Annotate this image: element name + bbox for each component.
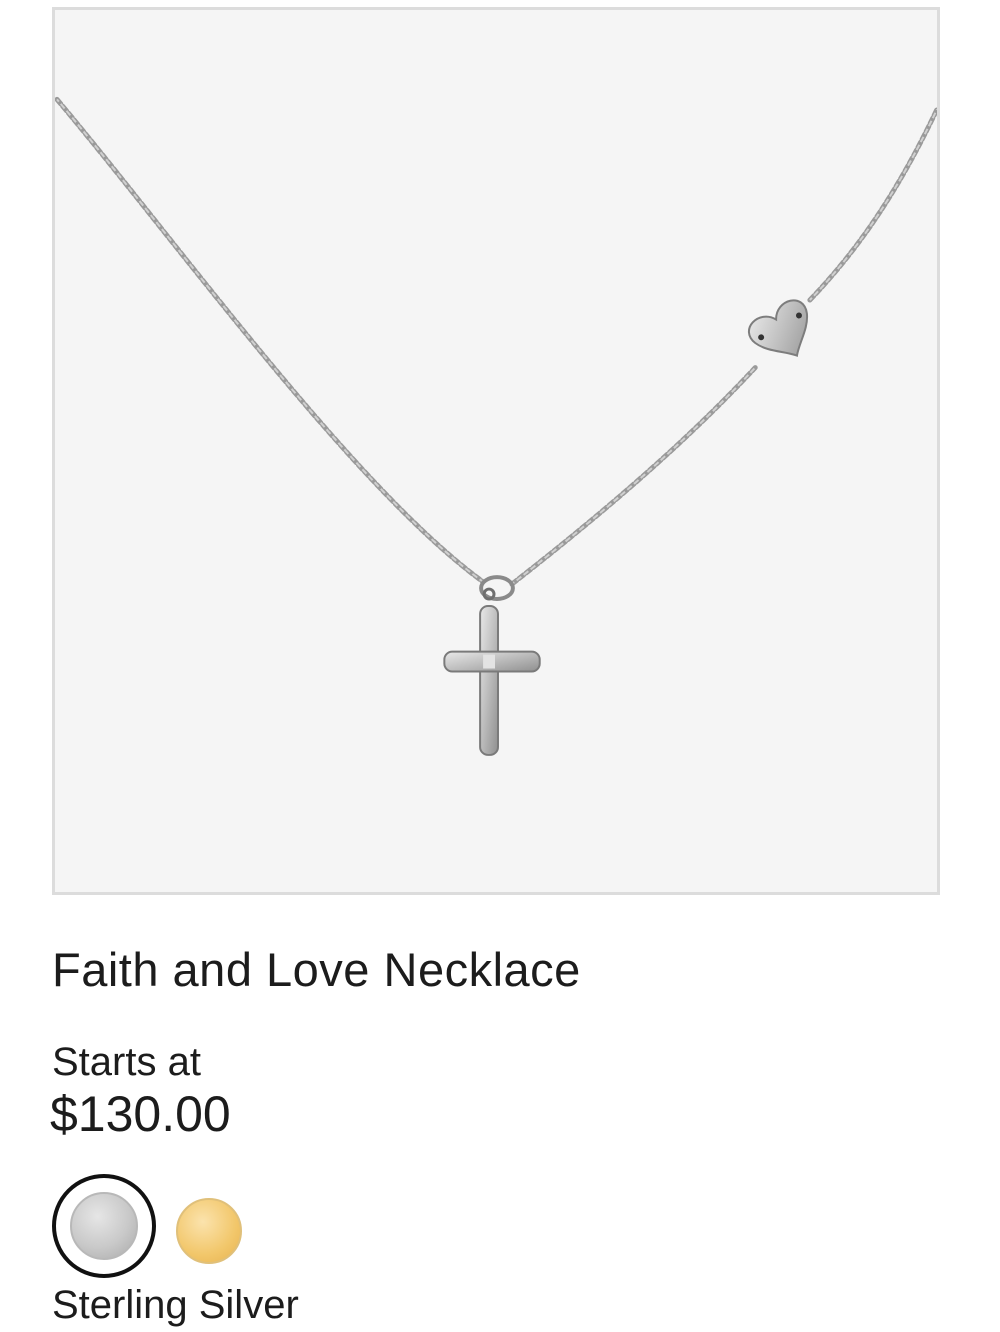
- product-image[interactable]: [52, 7, 940, 895]
- chain-right-upper: [807, 106, 937, 303]
- product-price: $130.00: [50, 1086, 231, 1142]
- chain-right-lower: [509, 365, 758, 587]
- product-card: Faith and Love Necklace Starts at $130.0…: [0, 0, 1000, 1332]
- necklace-illustration: [55, 96, 937, 756]
- cross-pendant: [443, 604, 541, 756]
- heart-charm: [748, 299, 809, 358]
- selected-material-label: Sterling Silver: [52, 1283, 299, 1327]
- cross-bail: [479, 575, 515, 601]
- chain-left: [55, 96, 485, 584]
- swatch-silver[interactable]: [70, 1192, 138, 1260]
- price-prefix: Starts at: [52, 1040, 201, 1084]
- product-title[interactable]: Faith and Love Necklace: [52, 942, 581, 997]
- swatch-gold[interactable]: [176, 1198, 242, 1264]
